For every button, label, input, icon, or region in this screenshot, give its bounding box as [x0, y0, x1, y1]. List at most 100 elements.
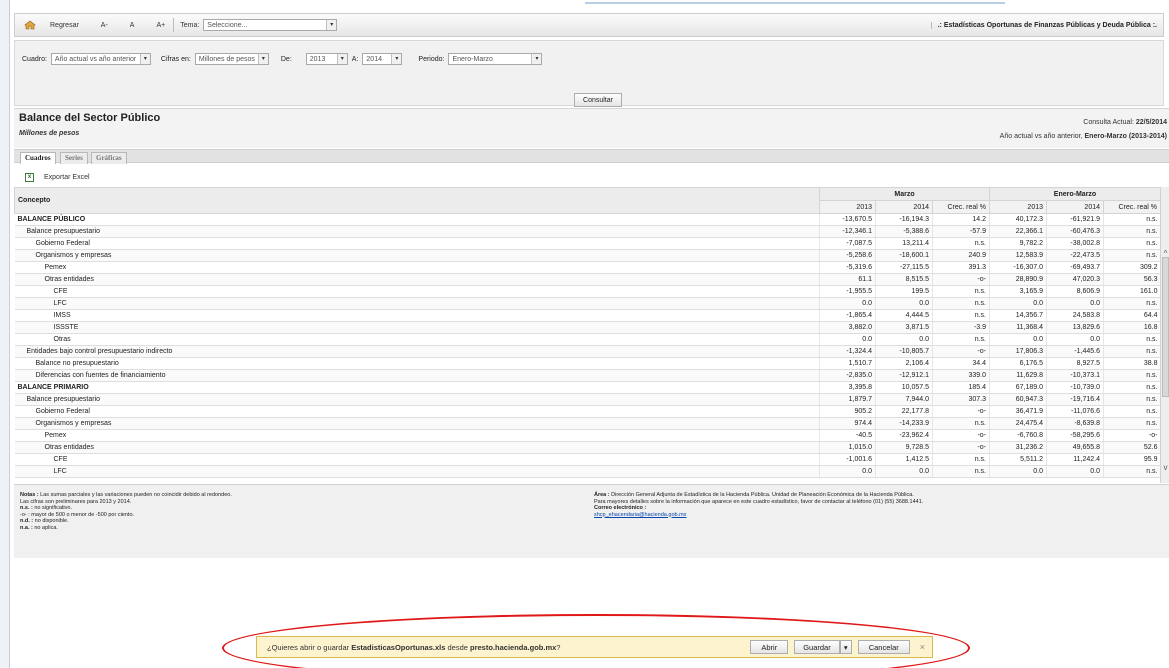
- value-cell: -5,319.6: [819, 261, 876, 274]
- value-cell: 36,471.9: [989, 405, 1047, 418]
- concept-cell: Diferencias con fuentes de financiamient…: [14, 369, 820, 382]
- value-cell: n.s.: [1103, 381, 1160, 394]
- value-cell: 8,606.9: [1046, 285, 1104, 298]
- concept-cell: Otras entidades: [14, 441, 820, 454]
- de-select[interactable]: 2013 ▾: [305, 53, 348, 65]
- value-cell: -o-: [1103, 429, 1160, 442]
- value-cell: -69,493.7: [1046, 261, 1104, 274]
- data-table-container[interactable]: Concepto Marzo Enero-Marzo 2013 2014 Cre…: [14, 187, 1160, 483]
- value-cell: 199.5: [875, 285, 933, 298]
- value-cell: n.s.: [1103, 225, 1160, 238]
- value-cell: 28,890.9: [989, 273, 1047, 286]
- table-row: Diferencias con fuentes de financiamient…: [14, 369, 1160, 382]
- top-accent-line: [585, 2, 1005, 4]
- save-button[interactable]: Guardar: [794, 640, 840, 654]
- comparison-period: Enero-Marzo (2013-2014): [1084, 133, 1167, 140]
- note-text: Para mayores detalles sobre la informaci…: [594, 498, 924, 505]
- value-cell: -14,233.9: [875, 417, 933, 430]
- table-row: Entidades bajo control presupuestario in…: [14, 345, 1160, 358]
- concept-cell: BALANCE PRIMARIO: [14, 381, 820, 394]
- toolbar-divider: [173, 18, 175, 32]
- page-subtitle: Millones de pesos: [19, 130, 80, 137]
- cancel-button[interactable]: Cancelar: [857, 640, 910, 654]
- cifras-select[interactable]: Millones de pesos ▾: [194, 53, 269, 65]
- value-cell: n.s.: [1103, 369, 1160, 382]
- value-cell: 185.4: [932, 381, 990, 394]
- value-cell: 0.0: [1046, 465, 1104, 478]
- a-select-value: 2014: [366, 55, 382, 63]
- cuadro-select[interactable]: Año actual vs año anterior ▾: [50, 53, 151, 65]
- tab-cuadros[interactable]: Cuadros: [20, 152, 56, 164]
- value-cell: 0.0: [819, 297, 876, 310]
- notes-left: Notas : Las sumas parciales y las variac…: [20, 492, 232, 531]
- table-row: Organismos y empresas 974.4 -14,233.9 n.s. 2…: [14, 417, 1160, 430]
- scrollbar-thumb[interactable]: [1162, 257, 1169, 397]
- download-prefix: ¿Quieres abrir o guardar: [267, 642, 352, 652]
- value-cell: -7,087.5: [819, 237, 876, 250]
- value-cell: -10,373.1: [1046, 369, 1104, 382]
- value-cell: -57.9: [932, 225, 990, 238]
- export-excel-link[interactable]: Exportar Excel: [44, 174, 90, 181]
- value-cell: 11,368.4: [989, 321, 1047, 334]
- download-suffix: ?: [556, 642, 561, 652]
- tema-select[interactable]: Seleccione... ▾: [203, 19, 338, 31]
- close-icon[interactable]: ×: [920, 642, 925, 652]
- subheader: 2014: [875, 200, 933, 214]
- table-scrollbar[interactable]: ^ v: [1160, 187, 1169, 483]
- value-cell: -12,912.1: [875, 369, 933, 382]
- value-cell: n.s.: [1103, 213, 1160, 226]
- value-cell: -16,307.0: [989, 261, 1047, 274]
- chevron-down-icon[interactable]: v: [1161, 463, 1169, 473]
- consultar-button[interactable]: Consultar: [574, 93, 622, 107]
- consulta-info: Consulta Actual: 22/5/2014: [1083, 119, 1167, 126]
- download-mid: desde: [445, 642, 471, 652]
- value-cell: 4,444.5: [875, 309, 933, 322]
- excel-icon[interactable]: x: [25, 172, 34, 182]
- value-cell: -13,670.5: [819, 213, 876, 226]
- value-cell: -22,473.5: [1046, 249, 1104, 262]
- home-icon[interactable]: [24, 20, 36, 30]
- back-link[interactable]: Regresar: [50, 22, 79, 29]
- concept-cell: Organismos y empresas: [14, 249, 820, 262]
- value-cell: -1,865.4: [819, 309, 876, 322]
- font-normal-button[interactable]: A: [130, 22, 135, 29]
- periodo-label: Periodo:: [418, 55, 445, 63]
- concept-cell: Pemex: [14, 261, 820, 274]
- save-options-button[interactable]: ▾: [839, 640, 852, 654]
- value-cell: -19,716.4: [1046, 393, 1104, 406]
- periodo-select[interactable]: Enero-Marzo ▾: [448, 53, 543, 65]
- value-cell: n.s.: [932, 465, 990, 478]
- chevron-down-icon: ▾: [326, 20, 337, 30]
- table-row: Organismos y empresas -5,258.6 -18,600.1 24…: [14, 249, 1160, 262]
- concept-cell: Otras entidades: [14, 273, 820, 286]
- value-cell: n.s.: [1103, 465, 1160, 478]
- a-select[interactable]: 2014 ▾: [362, 53, 403, 65]
- value-cell: 339.0: [932, 369, 990, 382]
- value-cell: 22,366.1: [989, 225, 1047, 238]
- value-cell: 3,395.8: [819, 381, 876, 394]
- table-row: BALANCE PRIMARIO 3,395.8 10,057.5 185.4 67,1…: [14, 381, 1160, 394]
- value-cell: 16.8: [1103, 321, 1160, 334]
- table-row: BALANCE PÚBLICO -13,670.5 -16,194.3 14.2 40,…: [14, 213, 1160, 226]
- tab-series[interactable]: Series: [60, 152, 88, 164]
- subheader: Crec. real %: [932, 200, 990, 214]
- value-cell: 12,583.9: [989, 249, 1047, 262]
- tab-graficas[interactable]: Gráficas: [91, 152, 127, 164]
- concept-cell: Gobierno Federal: [14, 237, 820, 250]
- font-decrease-button[interactable]: A-: [101, 22, 108, 29]
- value-cell: -o-: [932, 405, 990, 418]
- report-header: Balance del Sector Público Millones de p…: [14, 108, 1169, 148]
- value-cell: 1,015.0: [819, 441, 876, 454]
- de-select-value: 2013: [309, 55, 326, 63]
- value-cell: 0.0: [875, 333, 933, 346]
- value-cell: 309.2: [1103, 261, 1160, 274]
- table-row: Gobierno Federal -7,087.5 13,211.4 n.s. 9,78…: [14, 237, 1160, 250]
- email-link[interactable]: shcp_ehacendaria@hacienda.gob.mx: [594, 512, 923, 519]
- value-cell: 52.6: [1103, 441, 1160, 454]
- value-cell: 0.0: [819, 333, 876, 346]
- font-increase-button[interactable]: A+: [156, 22, 165, 29]
- value-cell: n.s.: [1103, 297, 1160, 310]
- concept-cell: Pemex: [14, 429, 820, 442]
- open-button[interactable]: Abrir: [750, 640, 789, 654]
- value-cell: n.s.: [932, 309, 990, 322]
